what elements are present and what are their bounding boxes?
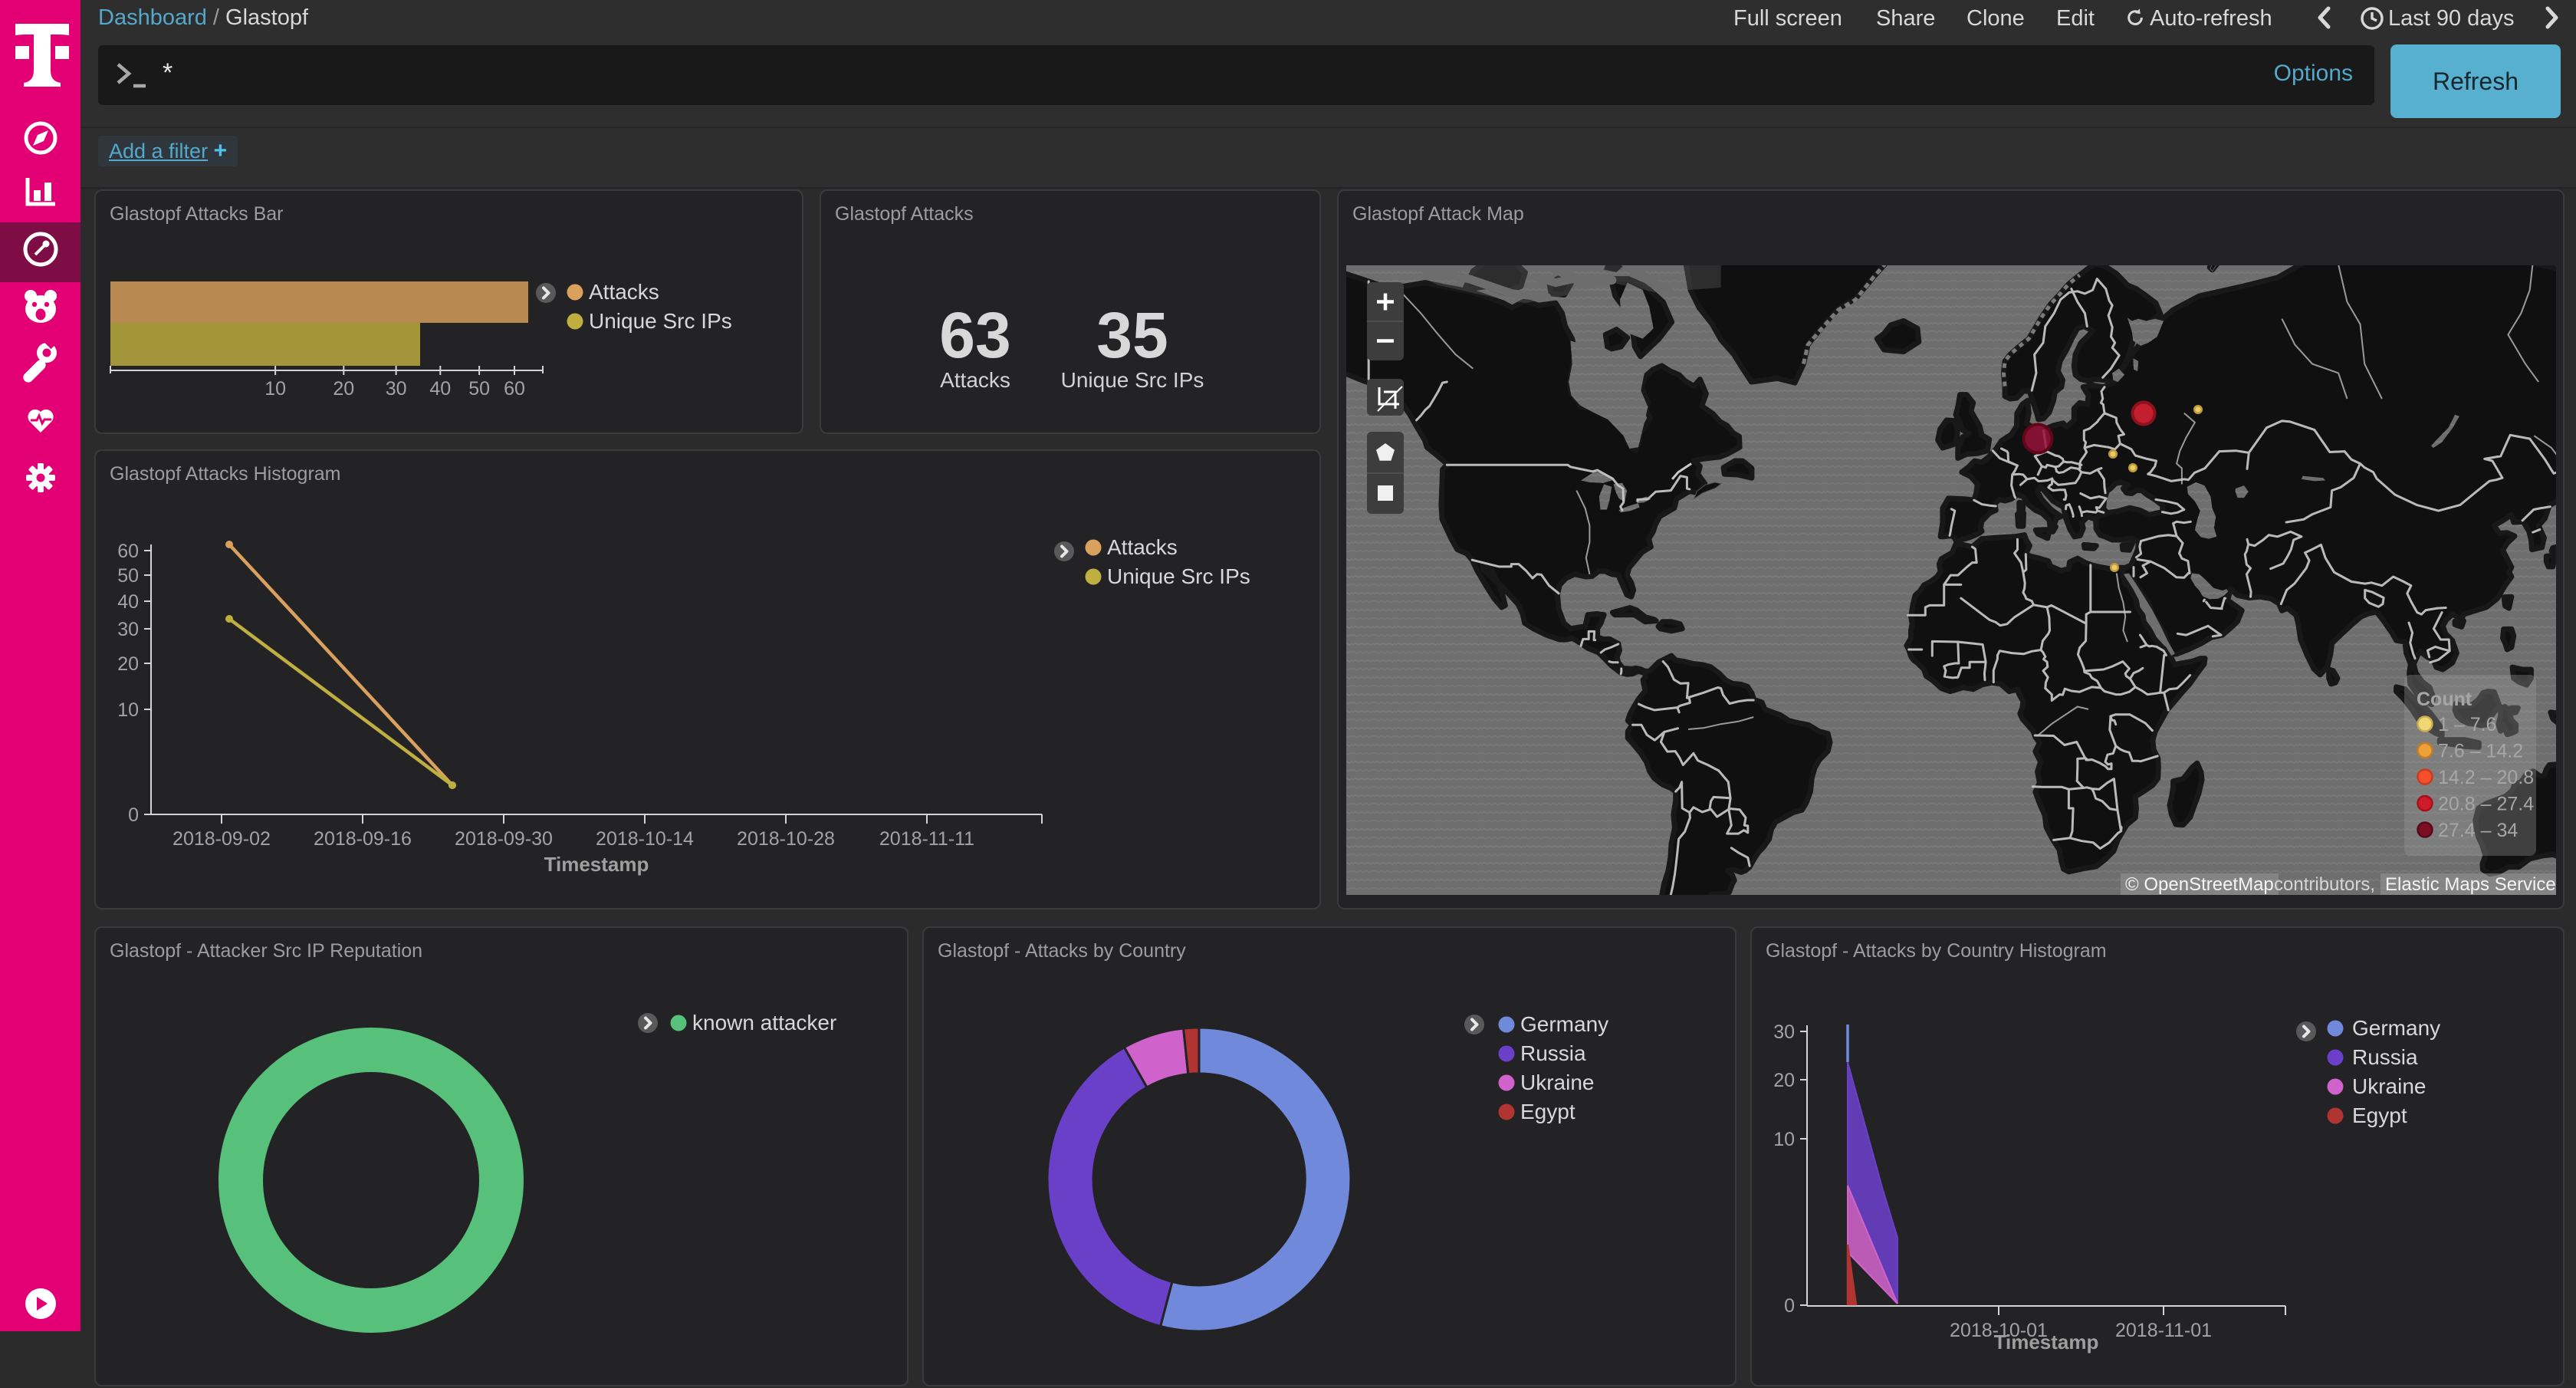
svg-text:20: 20 bbox=[117, 653, 139, 675]
svg-text:50: 50 bbox=[117, 565, 139, 587]
svg-text:2018-10-14: 2018-10-14 bbox=[596, 828, 694, 850]
svg-text:2018-11-01: 2018-11-01 bbox=[2115, 1320, 2212, 1341]
svg-text:7.6 – 14.2: 7.6 – 14.2 bbox=[2438, 741, 2523, 762]
svg-text:2018-09-30: 2018-09-30 bbox=[455, 828, 553, 850]
svg-text:Timestamp: Timestamp bbox=[1994, 1330, 2099, 1353]
svg-text:Count: Count bbox=[2417, 689, 2472, 710]
svg-text:Germany: Germany bbox=[2352, 1016, 2440, 1040]
svg-text:2018-09-16: 2018-09-16 bbox=[314, 828, 412, 850]
svg-text:Unique Src IPs: Unique Src IPs bbox=[1107, 564, 1250, 588]
svg-text:20.8 – 27.4: 20.8 – 27.4 bbox=[2438, 794, 2534, 815]
svg-text:30: 30 bbox=[117, 619, 139, 640]
svg-text:50: 50 bbox=[468, 378, 490, 400]
svg-text:10: 10 bbox=[264, 378, 286, 400]
svg-text:2018-09-02: 2018-09-02 bbox=[172, 828, 271, 850]
svg-text:0: 0 bbox=[1784, 1295, 1795, 1317]
svg-text:1 – 7.6: 1 – 7.6 bbox=[2438, 714, 2496, 735]
svg-text:20: 20 bbox=[333, 378, 354, 400]
svg-text:40: 40 bbox=[117, 591, 139, 613]
svg-text:60: 60 bbox=[504, 378, 525, 400]
svg-text:© OpenStreetMap: © OpenStreetMap bbox=[2125, 874, 2274, 895]
svg-text:30: 30 bbox=[386, 378, 407, 400]
svg-text:Elastic Maps Service: Elastic Maps Service bbox=[2385, 874, 2556, 895]
svg-text:Unique Src IPs: Unique Src IPs bbox=[589, 309, 732, 333]
svg-text:60: 60 bbox=[117, 541, 139, 562]
svg-text:Attacks: Attacks bbox=[1107, 535, 1178, 559]
svg-text:10: 10 bbox=[1773, 1129, 1795, 1150]
svg-text:40: 40 bbox=[429, 378, 451, 400]
svg-text:Egypt: Egypt bbox=[1520, 1100, 1576, 1123]
svg-text:Egypt: Egypt bbox=[2352, 1103, 2407, 1127]
svg-text:0: 0 bbox=[128, 804, 139, 826]
svg-text:Attacks: Attacks bbox=[589, 280, 659, 304]
svg-text:14.2 – 20.8: 14.2 – 20.8 bbox=[2438, 767, 2534, 788]
svg-text:27.4 – 34: 27.4 – 34 bbox=[2438, 820, 2518, 841]
svg-text:2018-10-28: 2018-10-28 bbox=[737, 828, 835, 850]
svg-text:Ukraine: Ukraine bbox=[2352, 1074, 2426, 1098]
svg-text:known attacker: known attacker bbox=[692, 1011, 836, 1034]
svg-text:contributors,: contributors, bbox=[2274, 874, 2375, 895]
svg-text:Russia: Russia bbox=[2352, 1045, 2418, 1069]
svg-text:20: 20 bbox=[1773, 1070, 1795, 1091]
svg-text:Germany: Germany bbox=[1520, 1012, 1608, 1036]
svg-text:10: 10 bbox=[117, 699, 139, 721]
svg-text:Ukraine: Ukraine bbox=[1520, 1071, 1594, 1094]
svg-text:30: 30 bbox=[1773, 1021, 1795, 1043]
svg-text:2018-11-11: 2018-11-11 bbox=[879, 828, 974, 850]
svg-text:Timestamp: Timestamp bbox=[544, 853, 649, 876]
svg-text:Russia: Russia bbox=[1520, 1041, 1586, 1065]
